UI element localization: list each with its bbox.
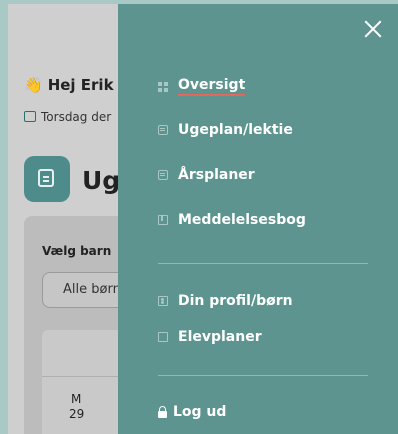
date-line: Torsdag der xyxy=(24,110,111,124)
app-frame: 👋 Hej Erik Torsdag der Uge Vælg barn Alle… xyxy=(8,4,398,434)
date-text: Torsdag der xyxy=(41,110,112,124)
calendar-icon xyxy=(24,111,36,122)
grid-icon xyxy=(158,81,168,92)
folder-icon xyxy=(158,332,168,342)
divider xyxy=(158,263,368,264)
nav-item-oversigt[interactable]: Oversigt xyxy=(158,77,246,96)
book-icon xyxy=(158,215,168,225)
lock-icon xyxy=(158,405,167,418)
nav-item-label: Årsplaner xyxy=(178,167,255,183)
nav-item-meddelelsesbog[interactable]: Meddelelsesbog xyxy=(158,212,306,228)
nav-item-arsplaner[interactable]: Årsplaner xyxy=(158,167,255,183)
nav-item-label: Elevplaner xyxy=(178,329,262,345)
day-name: M xyxy=(71,392,82,406)
greeting: 👋 Hej Erik xyxy=(24,76,114,94)
close-icon[interactable] xyxy=(364,20,382,38)
navigation-drawer: Oversigt Ugeplan/lektie Årsplaner Meddel… xyxy=(118,4,398,434)
day-number: 29 xyxy=(69,407,85,421)
nav-item-label: Din profil/børn xyxy=(178,293,293,309)
nav-item-ugeplan[interactable]: Ugeplan/lektie xyxy=(158,122,293,138)
divider xyxy=(158,375,368,376)
nav-item-din-profil[interactable]: Din profil/børn xyxy=(158,293,293,309)
profile-icon xyxy=(158,296,168,306)
nav-item-label: Ugeplan/lektie xyxy=(178,122,293,138)
calendar-icon xyxy=(38,169,54,187)
page-header-icon xyxy=(24,156,70,202)
calendar-icon xyxy=(158,170,168,180)
child-select-value: Alle børn xyxy=(63,282,121,297)
nav-item-label: Meddelelsesbog xyxy=(178,212,306,228)
nav-item-label: Oversigt xyxy=(178,77,246,96)
wave-icon: 👋 xyxy=(24,76,43,94)
nav-item-elevplaner[interactable]: Elevplaner xyxy=(158,329,262,345)
logout-label: Log ud xyxy=(173,404,227,420)
child-label: Vælg barn xyxy=(42,244,112,258)
greeting-text: Hej Erik xyxy=(47,76,114,94)
calendar-icon xyxy=(158,125,168,135)
logout-button[interactable]: Log ud xyxy=(158,404,226,420)
